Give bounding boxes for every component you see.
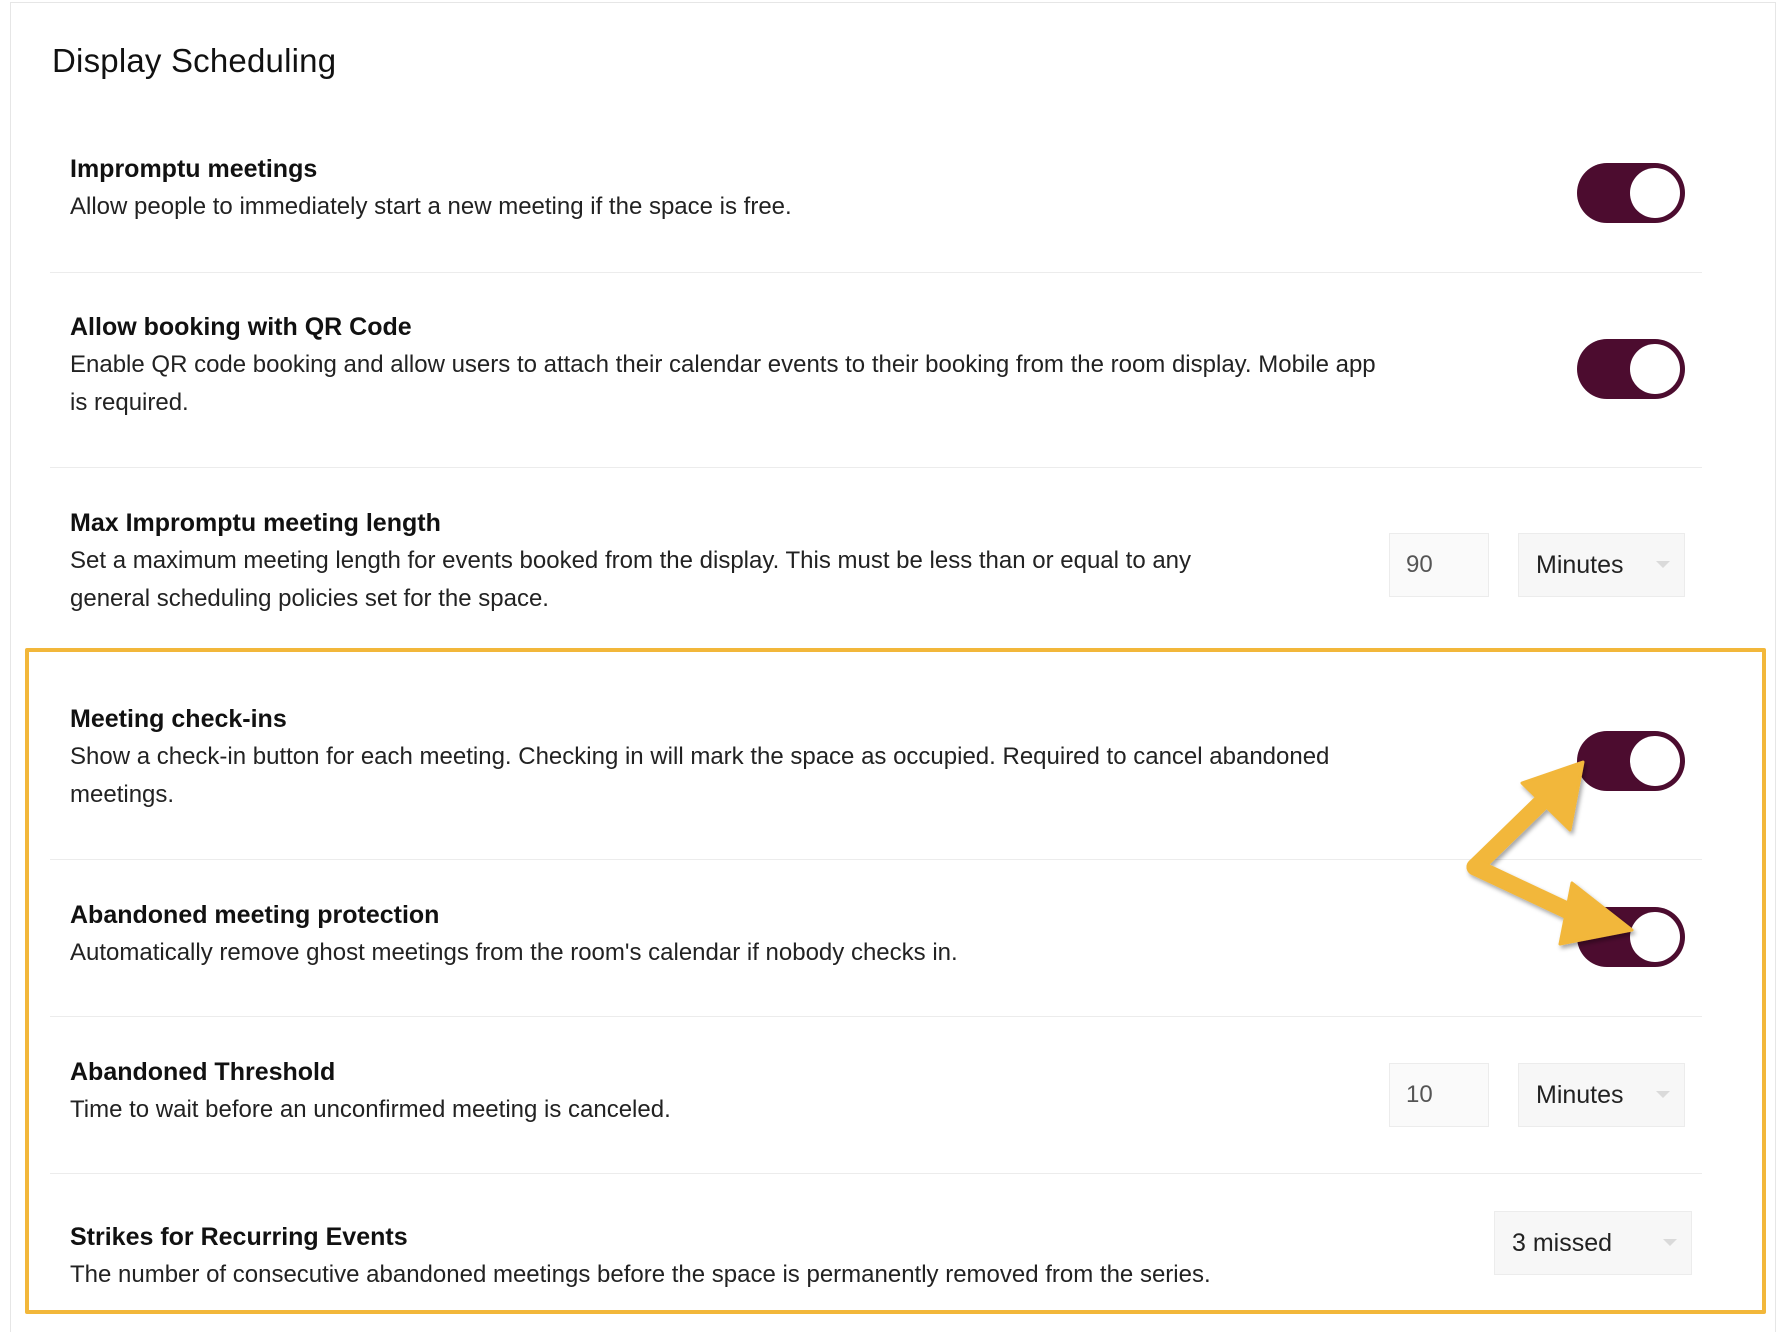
select-value: Minutes <box>1536 551 1624 579</box>
setting-description-line1: Set a maximum meeting length for events … <box>70 547 1192 574</box>
setting-qr-booking: Allow booking with QR Code Enable QR cod… <box>50 308 1702 458</box>
strikes-select[interactable]: 3 missed <box>1494 1211 1692 1275</box>
setting-description: The number of consecutive abandoned meet… <box>70 1261 1211 1288</box>
setting-label: Meeting check-ins <box>70 705 287 733</box>
abandoned-protection-toggle[interactable] <box>1577 907 1685 967</box>
toggle-knob <box>1630 168 1680 218</box>
setting-label: Allow booking with QR Code <box>70 313 412 341</box>
setting-impromptu-meetings: Impromptu meetings Allow people to immed… <box>50 150 1702 260</box>
setting-label: Abandoned meeting protection <box>70 901 440 929</box>
divider <box>50 467 1702 468</box>
setting-description: Time to wait before an unconfirmed meeti… <box>70 1096 671 1123</box>
impromptu-meetings-toggle[interactable] <box>1577 163 1685 223</box>
setting-description-line2: general scheduling policies set for the … <box>70 585 549 612</box>
divider <box>50 859 1702 860</box>
chevron-down-icon <box>1663 1239 1677 1246</box>
divider <box>50 1173 1702 1174</box>
setting-meeting-check-ins: Meeting check-ins Show a check-in button… <box>50 700 1702 850</box>
setting-abandoned-meeting-protection: Abandoned meeting protection Automatical… <box>50 896 1702 1006</box>
toggle-knob <box>1630 344 1680 394</box>
chevron-down-icon <box>1656 1091 1670 1098</box>
divider <box>50 272 1702 273</box>
setting-description-line1: Show a check-in button for each meeting.… <box>70 743 1330 770</box>
setting-description-line2: is required. <box>70 389 189 416</box>
max-length-input[interactable] <box>1389 533 1489 597</box>
setting-description-line1: Enable QR code booking and allow users t… <box>70 351 1376 378</box>
setting-strikes-recurring-events: Strikes for Recurring Events The number … <box>50 1218 1702 1318</box>
max-length-unit-select[interactable]: Minutes <box>1518 533 1685 597</box>
toggle-knob <box>1630 912 1680 962</box>
setting-label: Abandoned Threshold <box>70 1058 336 1086</box>
setting-label: Impromptu meetings <box>70 155 318 183</box>
setting-description-line2: meetings. <box>70 781 175 808</box>
meeting-check-ins-toggle[interactable] <box>1577 731 1685 791</box>
chevron-down-icon <box>1656 561 1670 568</box>
setting-description: Allow people to immediately start a new … <box>70 193 792 220</box>
abandoned-threshold-input[interactable] <box>1389 1063 1489 1127</box>
toggle-knob <box>1630 736 1680 786</box>
divider <box>50 1016 1702 1017</box>
select-value: Minutes <box>1536 1081 1624 1109</box>
select-value: 3 missed <box>1512 1229 1613 1257</box>
page-title: Display Scheduling <box>52 42 337 79</box>
abandoned-threshold-unit-select[interactable]: Minutes <box>1518 1063 1685 1127</box>
setting-label: Strikes for Recurring Events <box>70 1223 408 1251</box>
setting-label: Max Impromptu meeting length <box>70 509 441 537</box>
setting-description: Automatically remove ghost meetings from… <box>70 939 958 966</box>
qr-booking-toggle[interactable] <box>1577 339 1685 399</box>
